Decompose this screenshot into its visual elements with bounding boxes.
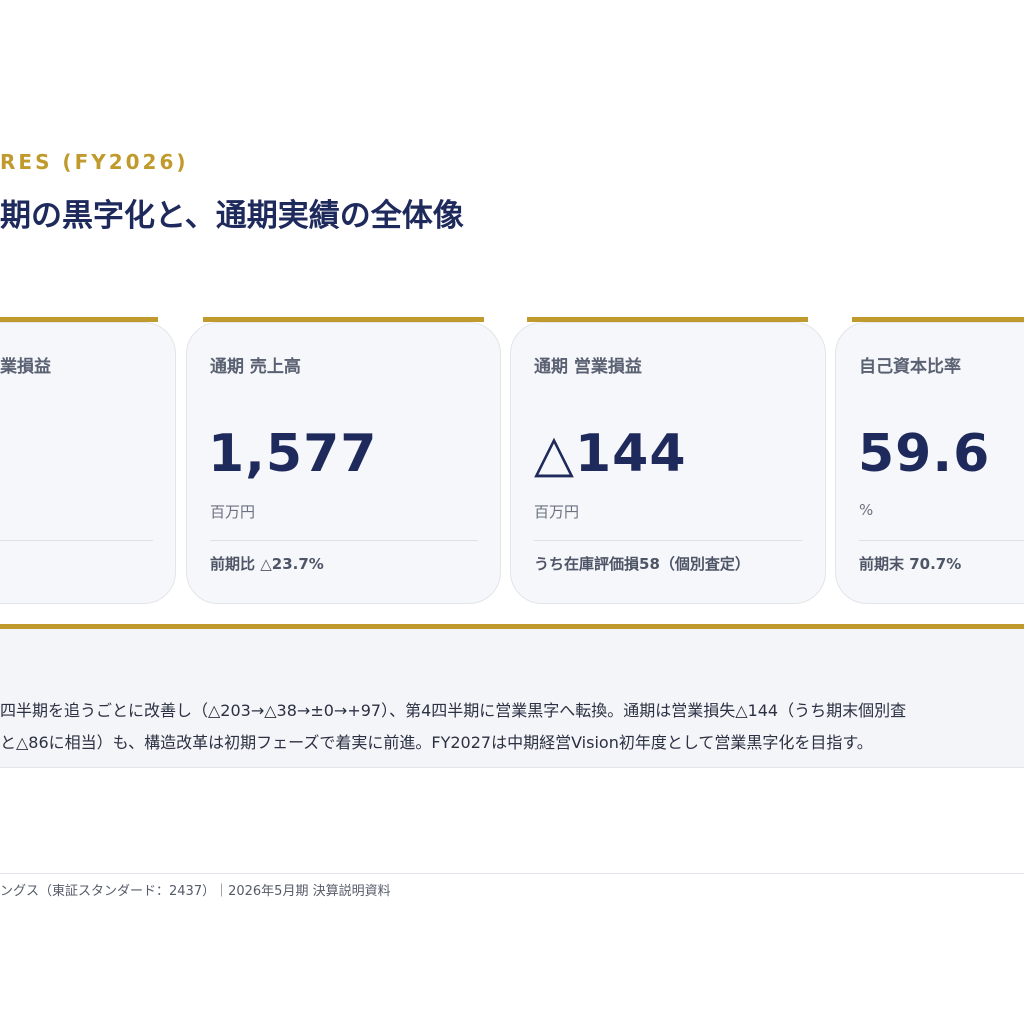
kpi-card-label: 通期 売上高 (210, 357, 301, 377)
footer-divider (0, 873, 1024, 874)
kpi-card-note: うち在庫評価損58（個別査定） (534, 555, 750, 573)
kpi-card-value: 1,577 (208, 424, 378, 484)
kpi-card-label: 業損益 (0, 357, 51, 377)
kpi-card-value: 59.6 (858, 424, 991, 484)
slide: RES (FY2026) 期の黒字化と、通期実績の全体像 業損益 通期 売上高 … (0, 0, 1024, 1024)
card-divider (534, 540, 802, 541)
card-divider (0, 540, 153, 541)
summary-text-line-1: 四半期を追うごとに改善し（△203→△38→±0→+97）、第4四半期に営業黒字… (0, 701, 907, 720)
kpi-card-unit: 百万円 (534, 503, 580, 521)
footer-text: ングス（東証スタンダード：2437）｜2026年5月期 決算説明資料 (0, 884, 391, 899)
kpi-card-unit: % (859, 501, 874, 519)
kpi-card-value: △144 (534, 424, 687, 484)
kpi-card-note: 前期比 △23.7% (210, 555, 324, 573)
page-title: 期の黒字化と、通期実績の全体像 (0, 198, 464, 234)
kpi-card-label: 自己資本比率 (859, 357, 961, 377)
summary-text-line-2: と△86に相当）も、構造改革は初期フェーズで着実に前進。FY2027は中期経営V… (0, 733, 873, 752)
section-eyebrow: RES (FY2026) (0, 150, 189, 174)
card-divider (210, 540, 478, 541)
kpi-card-note: 前期末 70.7% (859, 555, 962, 573)
card-divider (859, 540, 1024, 541)
summary-box: 四半期を追うごとに改善し（△203→△38→±0→+97）、第4四半期に営業黒字… (0, 629, 1024, 768)
kpi-card-label: 通期 営業損益 (534, 357, 642, 377)
kpi-card-unit: 百万円 (210, 503, 256, 521)
